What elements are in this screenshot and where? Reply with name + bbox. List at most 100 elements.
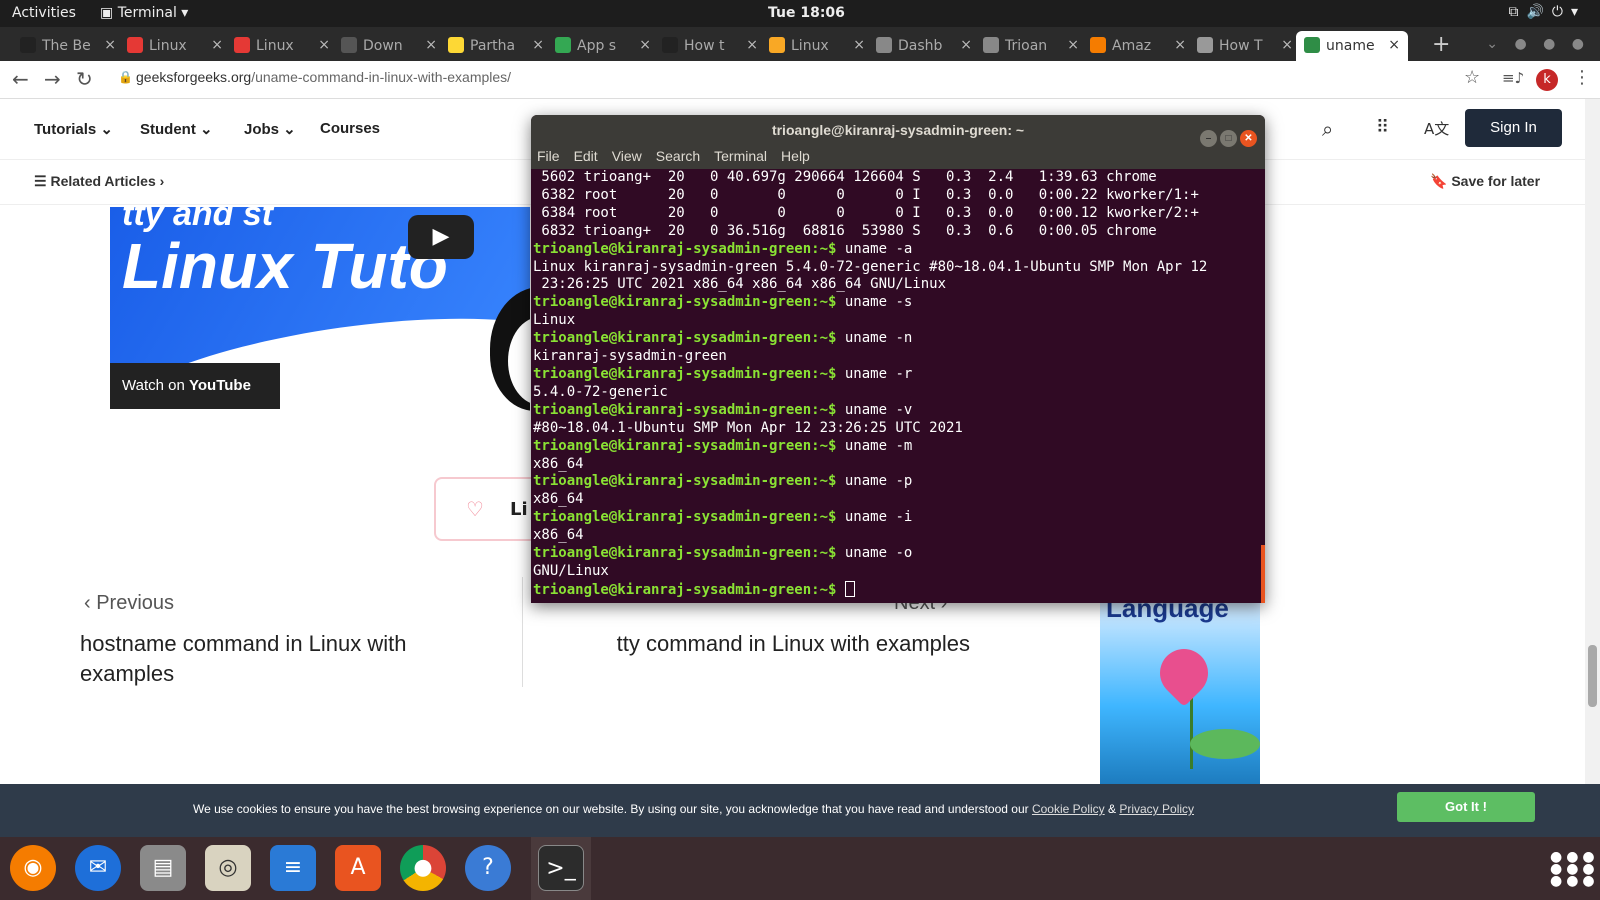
terminal-icon[interactable]: >_	[538, 845, 584, 891]
tab-close-icon[interactable]: ×	[104, 37, 116, 53]
terminal-menu-help[interactable]: Help	[781, 148, 810, 164]
tab-close-icon[interactable]: ×	[639, 37, 651, 53]
cookie-amp: &	[1104, 802, 1120, 816]
tab-close-icon[interactable]: ×	[211, 37, 223, 53]
sign-in-button[interactable]: Sign In	[1465, 109, 1562, 147]
browser-tab[interactable]: The Be ×	[12, 31, 124, 61]
save-for-later-label: Save for later	[1451, 173, 1541, 189]
tab-close-icon[interactable]: ×	[960, 37, 972, 53]
browser-tab[interactable]: Dashb ×	[868, 31, 980, 61]
minimize-icon[interactable]: –	[1200, 130, 1217, 147]
window-controls[interactable]: ⌄ ● ● ●	[1486, 36, 1590, 52]
related-articles-button[interactable]: ☰ Related Articles ›	[34, 173, 164, 190]
previous-article-title[interactable]: hostname command in Linux with examples	[80, 629, 460, 689]
cookie-policy-link[interactable]: Cookie Policy	[1032, 802, 1105, 816]
privacy-policy-link[interactable]: Privacy Policy	[1119, 802, 1194, 816]
address-bar[interactable]: geeksforgeeks.org/uname-command-in-linux…	[136, 69, 511, 85]
close-icon[interactable]: ✕	[1240, 130, 1257, 147]
browser-tab[interactable]: How t ×	[654, 31, 766, 61]
tab-close-icon[interactable]: ×	[1174, 37, 1186, 53]
activities-button[interactable]: Activities	[12, 5, 76, 21]
chrome-icon[interactable]: ●	[400, 845, 446, 891]
url-path: /uname-command-in-linux-with-examples/	[251, 69, 512, 85]
terminal-scrollbar[interactable]	[1261, 545, 1265, 603]
browser-tab[interactable]: How T ×	[1189, 31, 1301, 61]
search-icon[interactable]: ⌕	[1322, 117, 1333, 141]
terminal-menu-search[interactable]: Search	[656, 148, 700, 164]
terminal-menu-file[interactable]: File	[537, 148, 560, 164]
forward-icon[interactable]: →	[44, 67, 61, 91]
clock[interactable]: Tue 18:06	[768, 5, 845, 21]
lock-icon[interactable]: 🔒	[118, 70, 133, 84]
profile-avatar[interactable]: k	[1536, 69, 1558, 91]
show-applications-icon[interactable]: ●●● ●●● ●●●	[1550, 850, 1599, 888]
terminal-titlebar[interactable]: trioangle@kiranraj-sysadmin-green: ~ – □ ✕	[531, 115, 1265, 147]
tab-close-icon[interactable]: ×	[1388, 37, 1400, 53]
firefox-icon[interactable]: ◉	[10, 845, 56, 891]
files-icon[interactable]: ▤	[140, 845, 186, 891]
terminal-window[interactable]: trioangle@kiranraj-sysadmin-green: ~ – □ ✕…	[531, 115, 1265, 603]
help-icon[interactable]: ?	[465, 845, 511, 891]
bookmark-star-icon[interactable]: ☆	[1464, 67, 1480, 88]
back-icon[interactable]: ←	[12, 67, 29, 91]
tab-favicon-icon	[555, 37, 571, 53]
browser-menu-icon[interactable]: ⋮	[1573, 67, 1591, 88]
terminal-menu-edit[interactable]: Edit	[574, 148, 598, 164]
watch-on-youtube-button[interactable]: Watch on YouTube	[110, 363, 280, 409]
reload-icon[interactable]: ↻	[76, 67, 93, 91]
tab-close-icon[interactable]: ×	[1067, 37, 1079, 53]
nav-jobs[interactable]: Jobs ⌄	[244, 120, 296, 138]
advertisement[interactable]: Language	[1100, 589, 1260, 784]
tab-favicon-icon	[983, 37, 999, 53]
writer-icon[interactable]: ≡	[270, 845, 316, 891]
text-cursor	[844, 580, 855, 597]
tab-favicon-icon	[1304, 37, 1320, 53]
scrollbar-thumb[interactable]	[1588, 645, 1597, 707]
save-for-later-button[interactable]: 🔖 Save for later	[1430, 173, 1540, 190]
app-menu[interactable]: ▣ Terminal ▾	[100, 5, 188, 21]
next-article-title[interactable]: tty command in Linux with examples	[610, 629, 970, 659]
browser-tab[interactable]: App s ×	[547, 31, 659, 61]
thunderbird-icon[interactable]: ✉	[75, 845, 121, 891]
browser-tab[interactable]: Down ×	[333, 31, 445, 61]
page-scrollbar[interactable]	[1585, 99, 1600, 784]
tab-close-icon[interactable]: ×	[746, 37, 758, 53]
got-it-button[interactable]: Got It !	[1397, 792, 1535, 822]
browser-tab[interactable]: Trioan ×	[975, 31, 1087, 61]
terminal-output[interactable]: 5602 trioang+ 20 0 40.697g 290664 126604…	[531, 169, 1265, 600]
play-icon[interactable]: ▶	[408, 215, 474, 259]
nav-courses[interactable]: Courses	[320, 120, 380, 137]
tab-label: Linux	[149, 38, 187, 54]
system-tray[interactable]: ⧉🔊⏻▾	[1508, 4, 1586, 20]
nav-student-label: Student	[140, 121, 196, 138]
shell-prompt: trioangle@kiranraj-sysadmin-green:~$	[533, 294, 837, 311]
browser-tab[interactable]: Partha ×	[440, 31, 552, 61]
terminal-menu-terminal[interactable]: Terminal	[714, 148, 767, 164]
tab-close-icon[interactable]: ×	[425, 37, 437, 53]
maximize-icon[interactable]: □	[1220, 130, 1237, 147]
output-text: 6384 root 20 0 0 0 0 I 0.3 0.0 0:00.12 k…	[533, 204, 1199, 221]
media-control-icon[interactable]: ≡♪	[1502, 69, 1524, 87]
translate-icon[interactable]: A文	[1424, 118, 1449, 139]
browser-tab[interactable]: Linux ×	[761, 31, 873, 61]
terminal-menu-view[interactable]: View	[612, 148, 642, 164]
rhythmbox-icon[interactable]: ◎	[205, 845, 251, 891]
new-tab-button[interactable]: +	[1432, 32, 1450, 57]
tab-close-icon[interactable]: ×	[532, 37, 544, 53]
nav-tutorials[interactable]: Tutorials ⌄	[34, 120, 113, 138]
browser-tab[interactable]: Linux ×	[119, 31, 231, 61]
previous-link[interactable]: ‹ Previous	[84, 592, 174, 615]
browser-tab[interactable]: uname ×	[1296, 31, 1408, 61]
browser-tab[interactable]: Linux ×	[226, 31, 338, 61]
nav-student[interactable]: Student ⌄	[140, 120, 213, 138]
browser-tab[interactable]: Amaz ×	[1082, 31, 1194, 61]
tab-close-icon[interactable]: ×	[318, 37, 330, 53]
output-text: #80~18.04.1-Ubuntu SMP Mon Apr 12 23:26:…	[533, 419, 963, 436]
youtube-embed[interactable]: tty and st Linux Tuto ▶ Watch on YouTube	[110, 207, 530, 413]
tab-close-icon[interactable]: ×	[853, 37, 865, 53]
apps-grid-icon[interactable]: ⠿	[1376, 117, 1389, 138]
software-icon[interactable]: A	[335, 845, 381, 891]
tab-close-icon[interactable]: ×	[1281, 37, 1293, 53]
tab-favicon-icon	[876, 37, 892, 53]
output-text: x86_64	[533, 527, 584, 544]
